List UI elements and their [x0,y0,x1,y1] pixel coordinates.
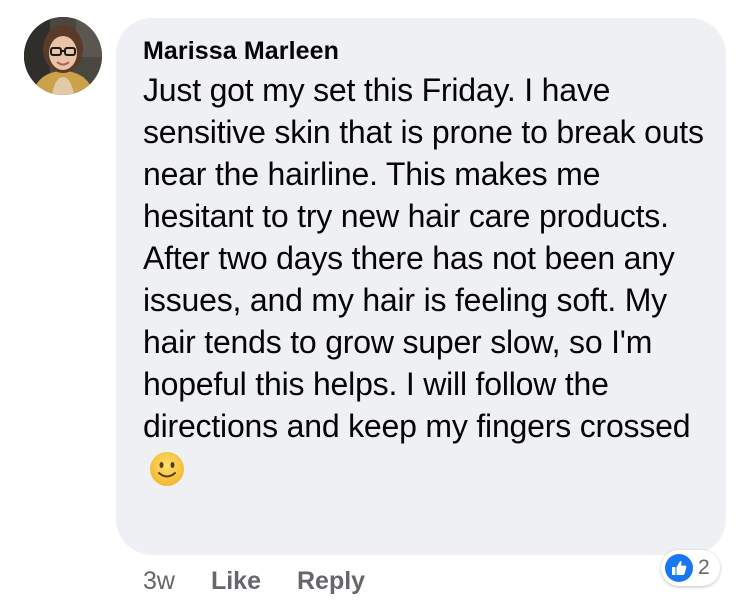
comment-body: Just got my set this Friday. I have sens… [143,72,704,444]
comment-actions: 3w Like Reply [143,561,401,601]
like-icon [665,554,693,582]
slightly-smiling-face-icon [149,451,185,487]
comment-text: Just got my set this Friday. I have sens… [143,69,706,489]
reactions-summary[interactable]: 2 [661,550,720,586]
comment-bubble: Marissa Marleen Just got my set this Fri… [116,18,726,555]
author-name[interactable]: Marissa Marleen [143,37,339,65]
reaction-count: 2 [698,556,710,579]
avatar-image [24,17,102,95]
like-button[interactable]: Like [211,567,261,596]
reply-button[interactable]: Reply [297,567,365,596]
comment-author[interactable]: Marissa Marleen [143,36,706,67]
comment: Marissa Marleen Just got my set this Fri… [0,0,750,613]
comment-timestamp[interactable]: 3w [143,567,175,596]
avatar[interactable] [24,17,102,95]
